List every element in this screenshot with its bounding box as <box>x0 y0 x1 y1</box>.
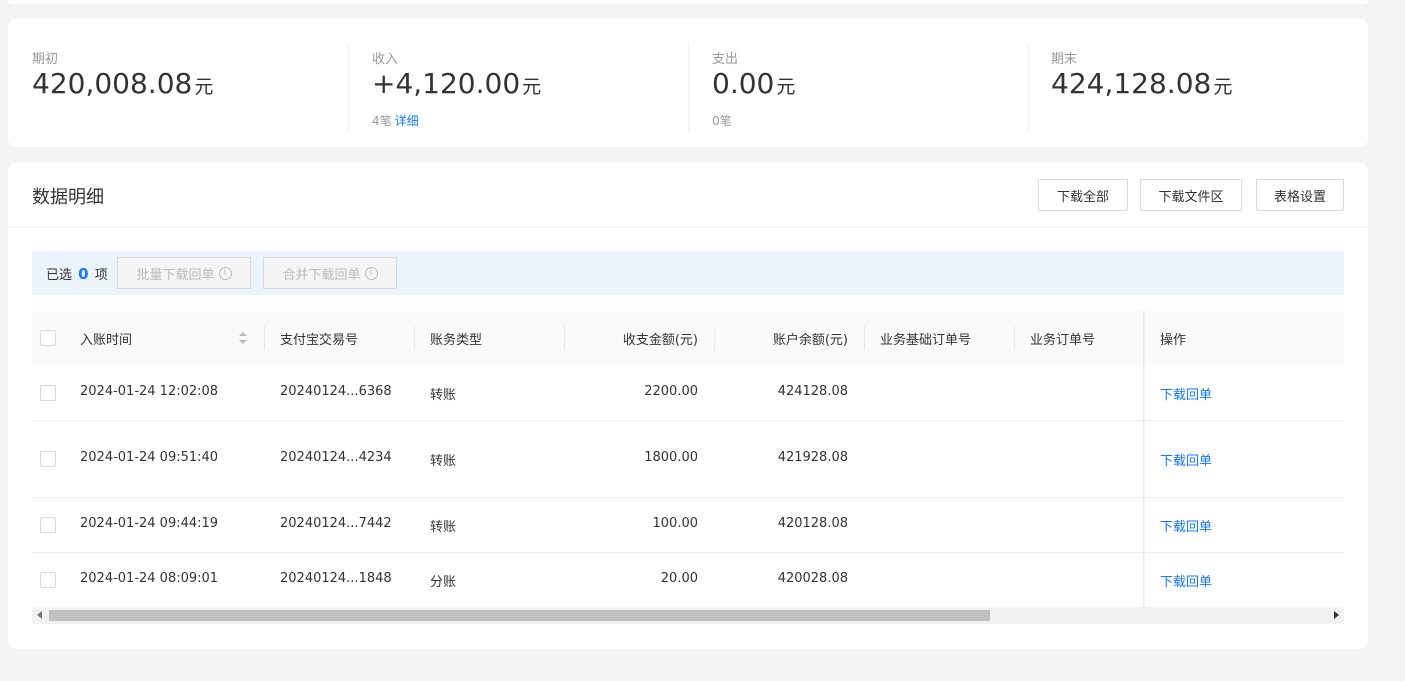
summary-income: 收入 +4,120.00 元 4笔 详细 <box>348 43 688 131</box>
column-header[interactable]: 入账时间 <box>80 311 132 365</box>
table-row: 2024-01-24 12:02:08 20240124...6368 转账 2… <box>32 365 1344 421</box>
cell-time: 2024-01-24 09:51:40 <box>80 450 219 465</box>
summary-sub: 4笔 详细 <box>372 112 419 129</box>
table-row: 2024-01-24 08:09:01 20240124...1848 分账 2… <box>32 553 1344 607</box>
amount-unit: 元 <box>776 76 796 98</box>
cell-type: 转账 <box>430 388 457 403</box>
column-header: 业务基础订单号 <box>880 332 972 348</box>
summary-divider <box>1028 43 1029 131</box>
summary-closing: 期末 424,128.08 元 <box>1028 43 1368 131</box>
cell-type: 转账 <box>430 454 457 469</box>
summary-opening: 期初 420,008.08 元 <box>32 43 372 131</box>
selection-prefix: 已选 <box>46 268 73 283</box>
scroll-left-icon[interactable] <box>37 611 42 619</box>
detail-card: 数据明细 下载全部 下载文件区 表格设置 已选 0 项 批量下载回单 i 合并下… <box>8 163 1368 649</box>
batch-download-button[interactable]: 批量下载回单 i <box>117 257 251 289</box>
amount-value: 0.00 <box>712 67 775 100</box>
amount-value: 424,128.08 <box>1051 67 1212 100</box>
cell-balance: 421928.08 <box>777 450 848 465</box>
merge-download-button[interactable]: 合并下载回单 i <box>263 257 397 289</box>
column-header: 支付宝交易号 <box>280 332 359 348</box>
column-header: 业务订单号 <box>1030 332 1096 348</box>
scroll-right-icon[interactable] <box>1334 611 1339 619</box>
scroll-thumb[interactable] <box>49 610 990 621</box>
download-receipt-link[interactable]: 下载回单 <box>1160 384 1212 403</box>
column-header: 账务类型 <box>430 332 483 348</box>
cell-trade-no: 20240124...6368 <box>280 384 392 399</box>
summary-card: 期初 420,008.08 元 收入 +4,120.00 元 4笔 详细 支出 0.0… <box>8 19 1368 147</box>
cell-trade-no: 20240124...7442 <box>280 516 392 531</box>
cell-type: 转账 <box>430 520 457 535</box>
download-files-button[interactable]: 下载文件区 <box>1140 179 1242 211</box>
cell-amount: 1800.00 <box>644 450 698 465</box>
cell-balance: 420128.08 <box>777 516 848 531</box>
column-header: 收支金额(元) <box>622 332 698 348</box>
cell-amount: 100.00 <box>652 516 699 531</box>
info-icon: i <box>364 266 378 280</box>
summary-sub: 0笔 <box>712 112 732 129</box>
cell-trade-no: 20240124...4234 <box>280 450 392 465</box>
table-settings-button[interactable]: 表格设置 <box>1256 179 1344 211</box>
download-receipt-link[interactable]: 下载回单 <box>1160 450 1212 469</box>
table-row: 2024-01-24 09:51:40 20240124...4234 转账 1… <box>32 421 1344 498</box>
download-all-button[interactable]: 下载全部 <box>1038 179 1128 211</box>
summary-label: 收入 <box>372 52 399 67</box>
expense-count: 0笔 <box>712 114 732 128</box>
summary-expense: 支出 0.00 元 0笔 <box>688 43 1028 131</box>
amount-value: 420,008.08 <box>32 67 193 100</box>
row-checkbox[interactable] <box>40 451 56 467</box>
column-header: 账户余额(元) <box>772 332 848 348</box>
summary-amount: 424,128.08 元 <box>1051 67 1232 100</box>
top-card-edge <box>8 0 1368 4</box>
cell-time: 2024-01-24 12:02:08 <box>80 384 219 399</box>
download-receipt-link[interactable]: 下载回单 <box>1160 516 1212 535</box>
cell-time: 2024-01-24 08:09:01 <box>80 571 219 586</box>
summary-amount: +4,120.00 元 <box>372 67 541 100</box>
selection-suffix: 项 <box>94 268 108 283</box>
amount-value: +4,120.00 <box>372 67 521 100</box>
summary-divider <box>688 43 689 131</box>
summary-amount: 420,008.08 元 <box>32 67 213 100</box>
select-all-checkbox[interactable] <box>40 330 56 346</box>
amount-unit: 元 <box>1213 76 1233 98</box>
amount-unit: 元 <box>522 76 542 98</box>
column-separator <box>864 326 865 350</box>
column-separator <box>264 326 265 350</box>
cell-balance: 424128.08 <box>777 384 848 399</box>
cell-time: 2024-01-24 09:44:19 <box>80 516 219 531</box>
income-count: 4笔 <box>372 114 392 128</box>
amount-unit: 元 <box>194 76 214 98</box>
table-row: 2024-01-24 09:44:19 20240124...7442 转账 1… <box>32 498 1344 553</box>
summary-amount: 0.00 元 <box>712 67 795 100</box>
income-detail-link[interactable]: 详细 <box>395 114 419 128</box>
column-header: 操作 <box>1160 332 1187 348</box>
cell-trade-no: 20240124...1848 <box>280 571 392 586</box>
selection-count: 已选 0 项 <box>46 264 108 283</box>
batch-download-label: 批量下载回单 <box>136 267 215 283</box>
horizontal-scrollbar[interactable] <box>32 607 1344 624</box>
summary-label: 期末 <box>1051 52 1078 67</box>
row-checkbox[interactable] <box>40 572 56 588</box>
fixed-column-shadow <box>1143 311 1145 607</box>
cell-type: 分账 <box>430 575 457 590</box>
row-checkbox[interactable] <box>40 517 56 533</box>
summary-label: 支出 <box>712 52 739 67</box>
table-header: 入账时间 支付宝交易号 账务类型 收支金额(元) 账户余额(元) 业务基础订单号… <box>32 311 1344 365</box>
info-icon: i <box>218 266 232 280</box>
merge-download-label: 合并下载回单 <box>282 267 361 283</box>
sort-icon[interactable] <box>238 331 248 345</box>
page-title: 数据明细 <box>32 187 104 208</box>
cell-amount: 20.00 <box>660 571 698 586</box>
selection-bar: 已选 0 项 批量下载回单 i 合并下载回单 i <box>32 251 1344 295</box>
row-checkbox[interactable] <box>40 385 56 401</box>
summary-divider <box>348 43 349 131</box>
cell-amount: 2200.00 <box>644 384 698 399</box>
selection-number: 0 <box>78 265 89 283</box>
cell-balance: 420028.08 <box>777 571 848 586</box>
column-separator <box>1014 326 1015 350</box>
summary-label: 期初 <box>32 52 59 67</box>
column-separator <box>414 326 415 350</box>
divider <box>8 227 1368 228</box>
download-receipt-link[interactable]: 下载回单 <box>1160 571 1212 590</box>
